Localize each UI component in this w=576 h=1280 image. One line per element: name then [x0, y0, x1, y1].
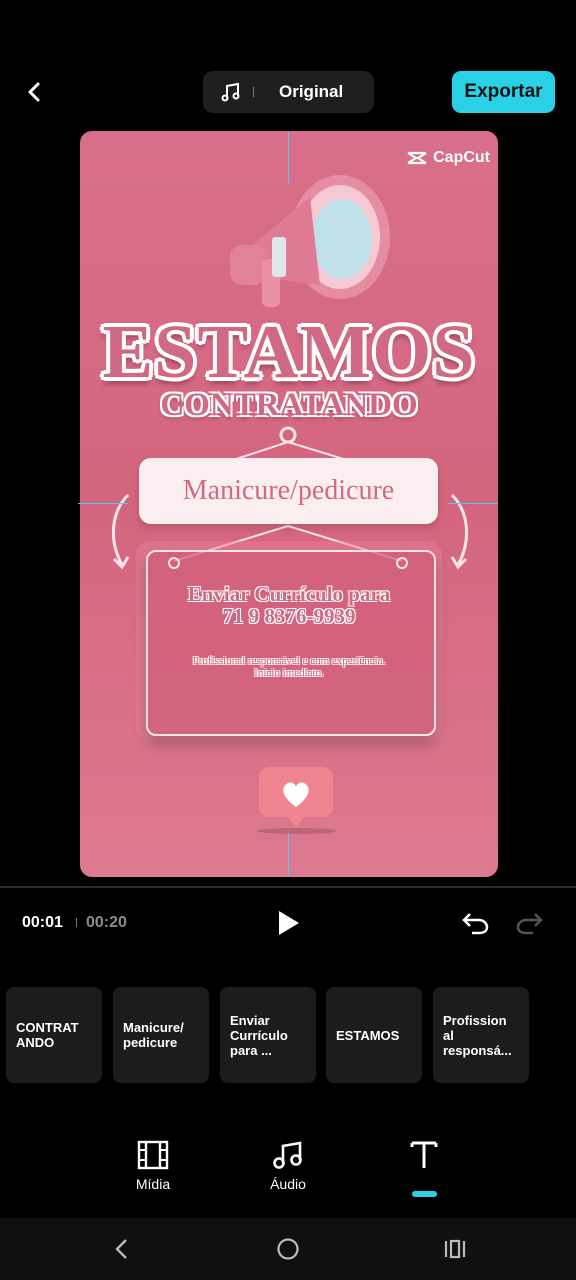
undo-icon — [462, 913, 489, 935]
tab-audio[interactable]: Áudio — [248, 1140, 328, 1192]
total-time: 00:20 — [86, 914, 127, 931]
role-label-box[interactable]: Manicure/pedicure — [139, 458, 438, 524]
redo-button[interactable] — [513, 906, 545, 938]
tab-text[interactable] — [384, 1140, 464, 1176]
music-note-icon — [273, 1141, 302, 1169]
headline-text[interactable]: ESTAMOS — [80, 314, 498, 390]
text-icon — [410, 1141, 438, 1168]
home-circle-icon — [277, 1238, 299, 1260]
watermark-text: CapCut — [433, 149, 490, 166]
info-line-1: Profissional responsável e com experiênc… — [192, 655, 386, 667]
info-board — [146, 550, 436, 736]
text-clip-5[interactable]: Profission al responsá... — [433, 987, 529, 1083]
recents-icon — [444, 1239, 466, 1259]
text-clip-1[interactable]: CONTRAT ANDO — [6, 987, 102, 1083]
text-clip-2[interactable]: Manicure/ pedicure — [113, 987, 209, 1083]
export-button[interactable]: Exportar — [452, 71, 555, 113]
text-clip-4[interactable]: ESTAMOS — [326, 987, 422, 1083]
nav-recents-button[interactable] — [440, 1236, 470, 1262]
alignment-guide-left — [78, 503, 128, 504]
info-line-2: Início imediato. — [254, 667, 324, 679]
redo-icon — [516, 913, 543, 935]
capcut-logo-icon — [407, 151, 427, 165]
subheadline-text[interactable]: CONTRATANDO — [80, 387, 498, 423]
nav-home-button[interactable] — [273, 1236, 303, 1262]
tab-media-label: Mídia — [135, 1176, 171, 1192]
video-preview-canvas[interactable]: CapCut ESTAMOS CONTRATANDO Manicure/pedi… — [80, 131, 498, 877]
send-cv-text[interactable]: Enviar Currículo para 71 9 8376-9939 — [136, 583, 442, 627]
play-button[interactable] — [272, 907, 304, 939]
capcut-watermark: CapCut — [406, 149, 490, 167]
info-text[interactable]: Profissional responsável e com experiênc… — [146, 655, 432, 679]
separator — [253, 87, 254, 97]
tab-audio-label: Áudio — [270, 1176, 306, 1192]
chevron-left-icon — [28, 82, 40, 102]
alignment-guide-right — [448, 503, 498, 504]
megaphone-illustration — [230, 175, 390, 307]
music-note-icon — [221, 82, 240, 102]
time-separator — [76, 918, 77, 927]
phone-number: 71 9 8376-9939 — [222, 604, 356, 628]
tab-media[interactable]: Mídia — [113, 1140, 193, 1192]
alignment-guide-bottom — [288, 833, 289, 877]
active-tab-indicator — [412, 1191, 437, 1197]
undo-button[interactable] — [460, 906, 492, 938]
timeline-divider — [0, 886, 576, 888]
text-clip-3[interactable]: Enviar Currículo para ... — [220, 987, 316, 1083]
film-icon — [137, 1140, 169, 1170]
play-icon — [279, 911, 299, 935]
audio-label: Original — [279, 82, 344, 101]
nav-back-button[interactable] — [107, 1236, 137, 1262]
heart-bubble-icon — [257, 767, 337, 834]
back-button[interactable] — [18, 76, 50, 108]
role-text: Manicure/pedicure — [182, 475, 395, 506]
send-line-1: Enviar Currículo para — [187, 582, 391, 606]
board-rivets — [168, 557, 408, 569]
alignment-guide-top — [288, 131, 289, 183]
current-time: 00:01 — [22, 914, 63, 931]
audio-selector[interactable]: Original — [203, 71, 374, 113]
chevron-left-icon — [115, 1239, 127, 1259]
